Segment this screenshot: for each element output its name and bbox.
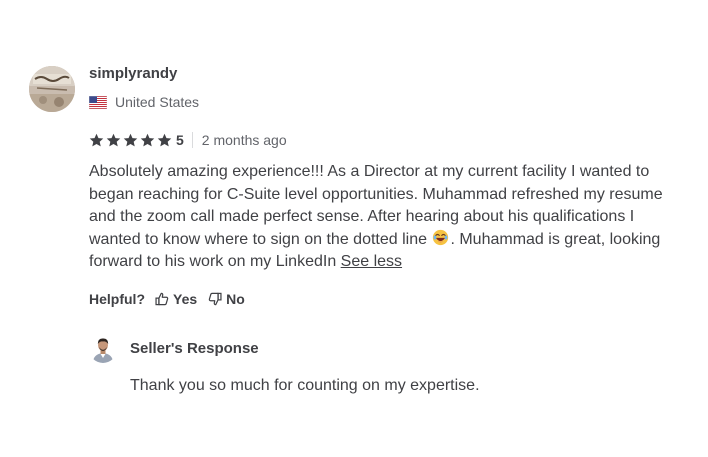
- reviewer-username[interactable]: simplyrandy: [89, 65, 177, 83]
- helpful-no-button[interactable]: No: [208, 291, 245, 307]
- thumbs-down-icon: [208, 292, 222, 306]
- laughing-face-emoji-icon: [433, 229, 449, 245]
- helpful-no-label: No: [226, 291, 245, 307]
- helpful-yes-label: Yes: [173, 291, 198, 307]
- see-less-link[interactable]: See less: [341, 253, 402, 270]
- star-rating: [89, 133, 172, 148]
- thumbs-up-icon: [155, 292, 169, 306]
- star-icon: [123, 133, 138, 146]
- star-icon: [89, 133, 104, 146]
- helpful-yes-button[interactable]: Yes: [155, 291, 197, 307]
- country-name: United States: [115, 94, 200, 110]
- seller-response-text: Thank you so much for counting on my exp…: [130, 377, 480, 394]
- star-icon: [106, 133, 121, 146]
- seller-response-title: Seller's Response: [130, 340, 259, 357]
- us-flag-icon: [89, 95, 107, 109]
- reviewer-avatar[interactable]: [29, 66, 75, 112]
- rating-value: 5: [176, 132, 184, 148]
- helpful-label: Helpful?: [89, 291, 145, 307]
- reviewer-country: United States: [89, 93, 199, 111]
- rating-divider: [191, 132, 193, 148]
- seller-avatar[interactable]: [89, 335, 117, 363]
- review-card: simplyrandy United States 5 2 months ago: [0, 0, 708, 457]
- review-time: 2 months ago: [201, 132, 287, 148]
- star-icon: [157, 133, 172, 146]
- rating-row: 5 2 months ago: [89, 131, 287, 149]
- helpful-row: Helpful? Yes No: [89, 290, 245, 308]
- star-icon: [140, 133, 155, 146]
- review-text: Absolutely amazing experience!!! As a Di…: [89, 161, 679, 274]
